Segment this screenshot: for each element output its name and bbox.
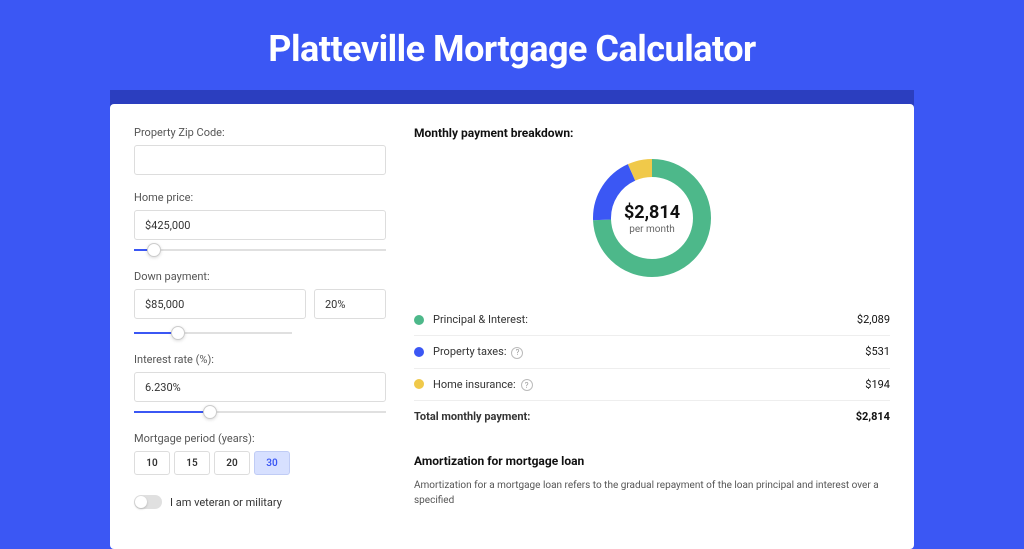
home-price-input[interactable] xyxy=(134,210,386,240)
info-icon[interactable]: ? xyxy=(521,379,533,391)
veteran-toggle[interactable] xyxy=(134,495,162,509)
donut-wrap: $2,814 per month xyxy=(414,154,890,282)
info-icon[interactable]: ? xyxy=(511,347,523,359)
slider-fill xyxy=(134,411,210,413)
donut-unit: per month xyxy=(629,224,675,235)
veteran-row: I am veteran or military xyxy=(134,495,386,509)
period-30-button[interactable]: 30 xyxy=(254,451,290,475)
legend-row-principal: Principal & Interest: $2,089 xyxy=(414,304,890,336)
toggle-knob xyxy=(135,496,147,508)
legend-row-total: Total monthly payment: $2,814 xyxy=(414,401,890,432)
period-label: Mortgage period (years): xyxy=(134,432,386,445)
breakdown-column: Monthly payment breakdown: $2,814 per mo… xyxy=(414,126,890,509)
period-15-button[interactable]: 15 xyxy=(174,451,210,475)
down-payment-label: Down payment: xyxy=(134,270,386,283)
slider-thumb[interactable] xyxy=(171,326,185,340)
period-row: 10 15 20 30 xyxy=(134,451,386,475)
legend-value: $531 xyxy=(865,345,890,358)
down-payment-pct-input[interactable] xyxy=(314,289,386,319)
legend-label: Property taxes:? xyxy=(433,345,865,359)
home-price-label: Home price: xyxy=(134,191,386,204)
legend-row-insurance: Home insurance:? $194 xyxy=(414,369,890,402)
slider-thumb[interactable] xyxy=(203,405,217,419)
donut-chart: $2,814 per month xyxy=(588,154,716,282)
period-20-button[interactable]: 20 xyxy=(214,451,250,475)
breakdown-heading: Monthly payment breakdown: xyxy=(414,126,890,140)
donut-amount: $2,814 xyxy=(624,202,680,223)
legend-dot xyxy=(414,379,424,389)
interest-label: Interest rate (%): xyxy=(134,353,386,366)
down-payment-slider[interactable] xyxy=(134,327,292,339)
legend-value: $194 xyxy=(865,378,890,391)
slider-thumb[interactable] xyxy=(147,243,161,257)
donut-center: $2,814 per month xyxy=(588,154,716,282)
legend-value: $2,089 xyxy=(857,313,890,326)
interest-input[interactable] xyxy=(134,372,386,402)
legend-dot xyxy=(414,347,424,357)
period-10-button[interactable]: 10 xyxy=(134,451,170,475)
input-column: Property Zip Code: Home price: Down paym… xyxy=(134,126,386,509)
legend-label: Home insurance:? xyxy=(433,378,865,392)
amortization-text: Amortization for a mortgage loan refers … xyxy=(414,478,890,508)
legend-dot xyxy=(414,315,424,325)
zip-label: Property Zip Code: xyxy=(134,126,386,139)
veteran-label: I am veteran or military xyxy=(170,496,282,509)
legend-label: Principal & Interest: xyxy=(433,313,857,326)
down-payment-input[interactable] xyxy=(134,289,306,319)
total-value: $2,814 xyxy=(856,410,890,423)
interest-slider[interactable] xyxy=(134,406,386,418)
page-title: Platteville Mortgage Calculator xyxy=(0,0,1024,90)
calculator-card: Property Zip Code: Home price: Down paym… xyxy=(110,104,914,549)
legend-row-taxes: Property taxes:? $531 xyxy=(414,336,890,369)
slider-track xyxy=(134,249,386,251)
total-label: Total monthly payment: xyxy=(414,410,856,423)
zip-input[interactable] xyxy=(134,145,386,175)
home-price-slider[interactable] xyxy=(134,244,386,256)
down-payment-row xyxy=(134,289,386,323)
amortization-heading: Amortization for mortgage loan xyxy=(414,454,890,468)
